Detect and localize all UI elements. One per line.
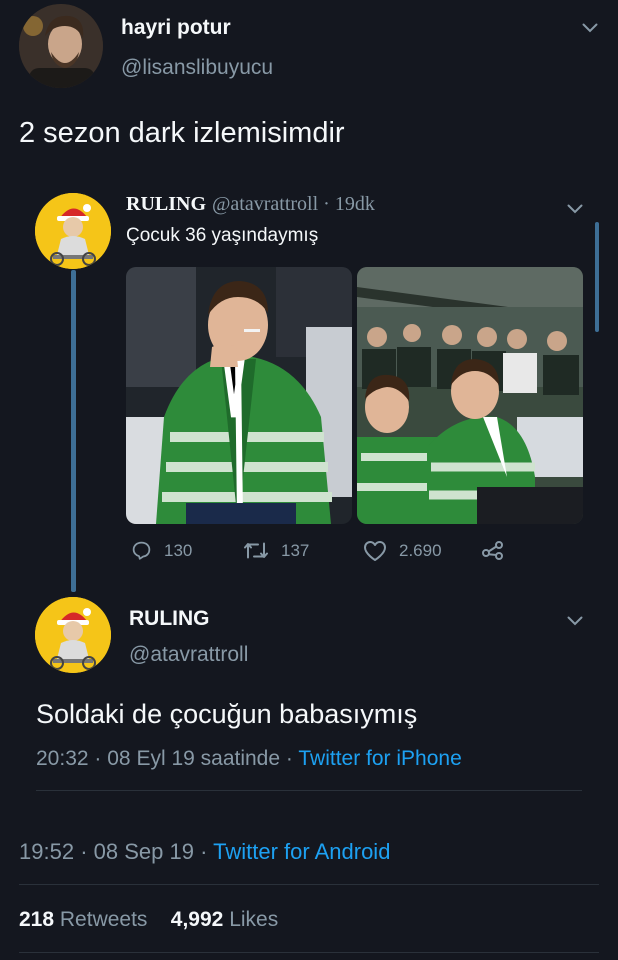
meta-separator: · (200, 839, 208, 864)
reply-icon (132, 541, 151, 560)
tweet-stats: 218 Retweets 4,992 Likes (19, 908, 278, 932)
retweet-count: 137 (281, 540, 310, 560)
tweet-timestamp: 19:52 · 08 Sep 19 · Twitter for Android (19, 839, 390, 865)
like-count: 2.690 (399, 541, 442, 560)
tweet-photo-right[interactable] (357, 267, 583, 524)
reply-count: 130 (164, 540, 193, 560)
retweet-button[interactable]: 137 (243, 540, 309, 561)
quoted-author-name[interactable]: RULING (126, 193, 206, 216)
scrollbar[interactable] (595, 222, 599, 332)
quoted-author-avatar[interactable] (35, 193, 111, 269)
meta-separator: · (80, 839, 88, 864)
reply-button[interactable]: 130 (131, 540, 192, 561)
share-icon (482, 541, 503, 560)
quoted-tweet-text: Çocuk 36 yaşındaymış (126, 225, 319, 246)
meta-separator: · (285, 747, 293, 770)
likes-label: Likes (229, 908, 279, 931)
reply-author-handle[interactable]: @atavrattroll (129, 643, 248, 667)
reply-time: 20:32 (36, 747, 89, 770)
reply-text: Soldaki de çocuğun babasıymış (36, 699, 418, 729)
tweet-time: 19:52 (19, 839, 75, 864)
quoted-author-info[interactable]: @atavrattroll · 19dk (212, 193, 375, 216)
chevron-down-icon[interactable] (567, 201, 583, 219)
reply-source-link[interactable]: Twitter for iPhone (298, 747, 461, 770)
quoted-tweet-age: 19dk (334, 193, 375, 215)
chevron-down-icon[interactable] (582, 20, 598, 38)
reply-date: 08 Eyl 19 saatinde (107, 747, 281, 770)
reply-timestamp: 20:32 · 08 Eyl 19 saatinde · Twitter for… (36, 747, 462, 771)
likes-stat[interactable]: 4,992 Likes (171, 908, 278, 931)
author-name[interactable]: hayri potur (121, 16, 231, 40)
divider (19, 884, 599, 885)
like-button[interactable]: 2.690 (363, 540, 442, 562)
retweet-icon (244, 542, 268, 559)
retweets-stat[interactable]: 218 Retweets (19, 908, 153, 931)
divider (36, 790, 582, 791)
retweets-label: Retweets (59, 908, 148, 931)
reply-author-avatar[interactable] (35, 597, 111, 673)
tweet-text: 2 sezon dark izlemisimdir (19, 117, 345, 149)
reply-author-name[interactable]: RULING (129, 607, 210, 631)
meta-separator: · (323, 193, 330, 215)
like-icon (364, 541, 386, 561)
meta-separator: · (94, 747, 102, 770)
author-handle[interactable]: @lisanslibuyucu (121, 56, 273, 80)
share-button[interactable] (482, 540, 516, 560)
retweets-count: 218 (19, 908, 55, 931)
tweet-photo-left[interactable] (126, 267, 352, 524)
chevron-down-icon[interactable] (567, 613, 583, 631)
thread-line (71, 270, 76, 592)
tweet-date: 08 Sep 19 (93, 839, 194, 864)
tweet-source-link[interactable]: Twitter for Android (213, 839, 390, 864)
divider (19, 952, 599, 953)
author-avatar[interactable] (19, 4, 103, 88)
likes-count: 4,992 (170, 908, 224, 931)
quoted-author-handle: @atavrattroll (212, 193, 319, 215)
